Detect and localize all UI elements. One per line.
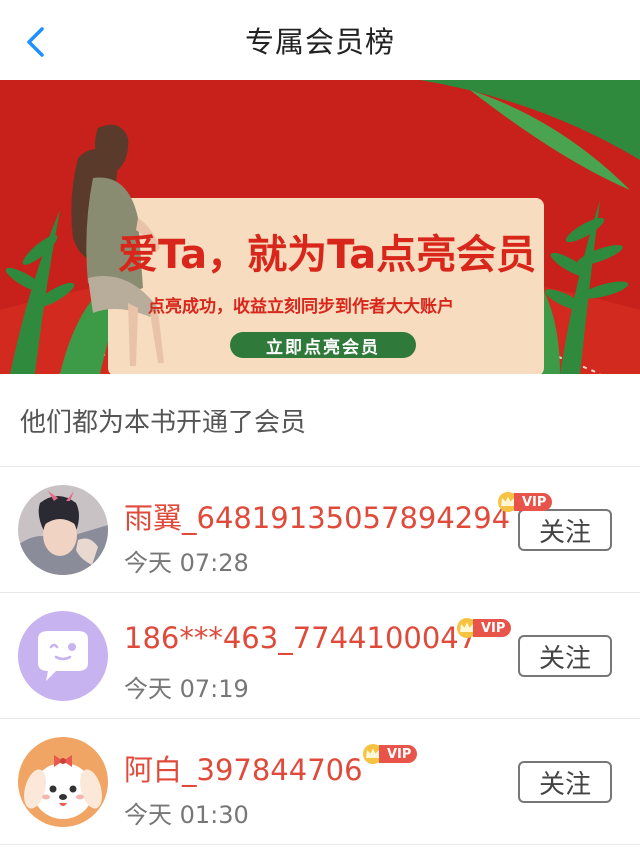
banner-headline: 爱Ta，就为Ta点亮会员 bbox=[118, 232, 537, 278]
vip-badge: VIP bbox=[496, 491, 553, 513]
member-list: 雨翼_64819135057894294 今天 07:28 关注 VIP 186… bbox=[0, 466, 640, 845]
vip-label: VIP bbox=[379, 745, 418, 763]
list-item[interactable]: 雨翼_64819135057894294 今天 07:28 关注 VIP bbox=[0, 467, 640, 593]
chat-bubble-icon bbox=[18, 611, 108, 701]
vip-label: VIP bbox=[473, 619, 512, 637]
banner-subline: 点亮成功，收益立刻同步到作者大大账户 bbox=[148, 297, 454, 317]
vip-badge: VIP bbox=[361, 743, 418, 765]
page-title: 专属会员榜 bbox=[244, 25, 395, 59]
follow-button[interactable]: 关注 bbox=[518, 761, 612, 803]
member-time: 今天 07:19 bbox=[124, 675, 249, 703]
section-title: 他们都为本书开通了会员 bbox=[20, 407, 307, 438]
member-name[interactable]: 阿白_397844706 bbox=[124, 747, 363, 789]
back-arrow-icon[interactable] bbox=[22, 26, 52, 58]
member-name[interactable]: 186***463_7744100047 bbox=[124, 621, 477, 655]
member-time: 今天 07:28 bbox=[124, 549, 249, 577]
puppy-avatar[interactable] bbox=[18, 737, 108, 827]
follow-button[interactable]: 关注 bbox=[518, 635, 612, 677]
member-time: 今天 01:30 bbox=[124, 801, 249, 829]
list-item[interactable]: 186***463_7744100047 今天 07:19 关注 VIP bbox=[0, 593, 640, 719]
light-up-membership-button[interactable]: 立即点亮会员 bbox=[230, 332, 416, 358]
vip-badge: VIP bbox=[455, 617, 512, 639]
chat-bubble-avatar[interactable] bbox=[18, 611, 108, 701]
member-name[interactable]: 雨翼_64819135057894294 bbox=[124, 495, 510, 537]
promo-banner[interactable]: 爱Ta，就为Ta点亮会员 点亮成功，收益立刻同步到作者大大账户 立即点亮会员 bbox=[0, 80, 640, 374]
follow-button[interactable]: 关注 bbox=[518, 509, 612, 551]
photo-avatar[interactable] bbox=[18, 485, 108, 575]
user-photo-icon bbox=[18, 485, 108, 575]
nav-bar: 专属会员榜 bbox=[0, 0, 640, 80]
vip-label: VIP bbox=[514, 493, 553, 511]
list-item[interactable]: 阿白_397844706 今天 01:30 关注 VIP bbox=[0, 719, 640, 845]
puppy-icon bbox=[18, 737, 108, 827]
